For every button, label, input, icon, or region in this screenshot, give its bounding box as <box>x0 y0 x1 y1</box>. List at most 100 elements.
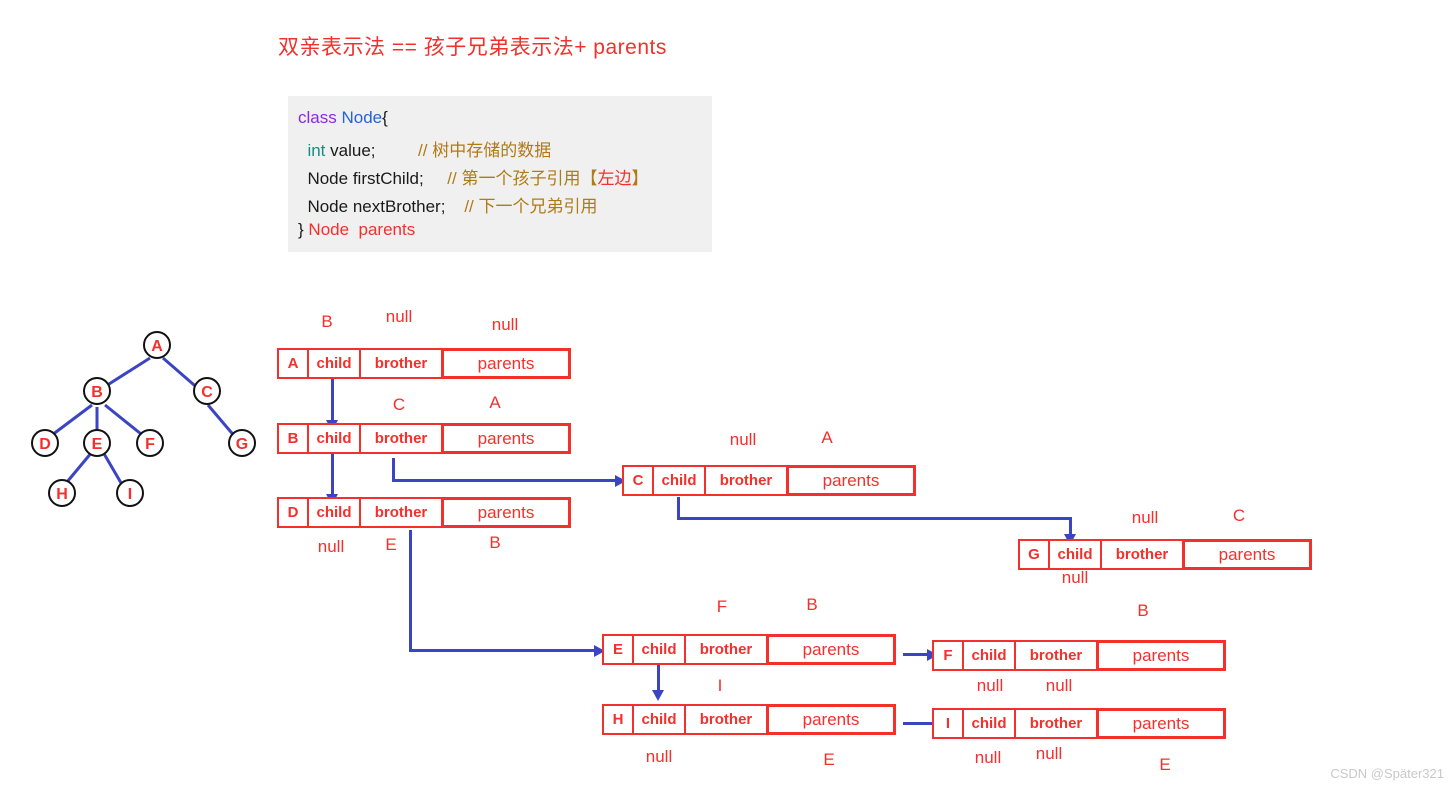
label-g-parents: C <box>1232 506 1246 525</box>
record-f-child: child <box>962 640 1014 671</box>
tree-node-g: G <box>228 429 256 457</box>
record-d-key: D <box>277 497 307 528</box>
record-g-child: child <box>1048 539 1100 570</box>
comment-firstchild: // 第一个孩子引用【 <box>447 169 598 188</box>
label-h-brother: I <box>717 676 723 695</box>
record-e-brother: brother <box>684 634 766 665</box>
label-h-parents: E <box>823 750 835 769</box>
record-g: G child brother parents <box>1018 539 1312 570</box>
record-c-child: child <box>652 465 704 496</box>
code-line-1: class Node{ <box>298 108 388 128</box>
label-d-brother: E <box>385 535 397 554</box>
page-title: 双亲表示法 == 孩子兄弟表示法+ parents <box>278 36 667 59</box>
type-node: Node <box>341 108 383 127</box>
tree-node-d: D <box>31 429 59 457</box>
record-a-parents: parents <box>441 348 571 379</box>
field-parents: parents <box>358 220 416 239</box>
general-tree-diagram: A B C D E F G H I <box>8 322 280 530</box>
label-d-parents: B <box>489 533 501 552</box>
watermark: CSDN @Später321 <box>1330 766 1444 781</box>
record-i: I child brother parents <box>932 708 1226 739</box>
keyword-class: class <box>298 108 337 127</box>
label-a-parents: null <box>491 315 519 334</box>
code-line-2: int value; // 树中存储的数据 <box>298 136 551 161</box>
tree-node-h: H <box>48 479 76 507</box>
label-f-parents: B <box>1137 601 1149 620</box>
record-h: H child brother parents <box>602 704 896 735</box>
record-h-parents: parents <box>766 704 896 735</box>
type-node-parents: Node <box>308 220 350 239</box>
record-c-brother: brother <box>704 465 786 496</box>
comment-firstchild-end: 】 <box>631 169 649 188</box>
record-g-parents: parents <box>1182 539 1312 570</box>
edge-c-child-h <box>677 517 1072 520</box>
record-f-brother: brother <box>1014 640 1096 671</box>
label-c-brother: null <box>729 430 757 449</box>
label-c-parents: A <box>821 428 833 447</box>
brace-close: } <box>298 220 304 239</box>
label-f-brother: null <box>1045 676 1073 695</box>
record-c: C child brother parents <box>622 465 916 496</box>
record-f-key: F <box>932 640 962 671</box>
comment-firstchild-emphasis: 左边 <box>597 169 632 188</box>
record-c-parents: parents <box>786 465 916 496</box>
label-e-brother: F <box>716 597 728 616</box>
record-d-parents: parents <box>441 497 571 528</box>
record-d-brother: brother <box>359 497 441 528</box>
record-f-parents: parents <box>1096 640 1226 671</box>
field-value: value; <box>330 141 376 160</box>
record-a: A child brother parents <box>277 348 571 379</box>
record-h-child: child <box>632 704 684 735</box>
type-int: int <box>307 141 326 160</box>
edge-a-child-to-b <box>331 378 334 426</box>
arrowhead-e-child <box>652 690 664 701</box>
record-e-key: E <box>602 634 632 665</box>
code-line-4: Node nextBrother; // 下一个兄弟引用 <box>298 192 598 217</box>
record-a-key: A <box>277 348 307 379</box>
brace-open: { <box>382 108 388 127</box>
record-b-key: B <box>277 423 307 454</box>
label-f-child: null <box>976 676 1004 695</box>
label-i-child: null <box>974 748 1002 767</box>
label-d-child: null <box>317 537 345 556</box>
code-line-3: Node firstChild; // 第一个孩子引用【左边】 <box>298 164 648 189</box>
record-b-parents: parents <box>441 423 571 454</box>
label-a-child: B <box>321 312 333 331</box>
decl-nextbrother: Node nextBrother; <box>307 197 446 216</box>
record-f: F child brother parents <box>932 640 1226 671</box>
label-b-brother: C <box>392 395 406 414</box>
comment-value: // 树中存储的数据 <box>418 141 552 160</box>
label-b-parents: A <box>489 393 501 412</box>
tree-node-b: B <box>83 377 111 405</box>
record-i-brother: brother <box>1014 708 1096 739</box>
record-e-child: child <box>632 634 684 665</box>
tree-node-i: I <box>116 479 144 507</box>
label-i-parents: E <box>1159 755 1171 774</box>
code-line-5: } Node parents <box>298 220 415 240</box>
record-i-child: child <box>962 708 1014 739</box>
record-b: B child brother parents <box>277 423 571 454</box>
label-h-child: null <box>645 747 673 766</box>
comment-nextbrother: // 下一个兄弟引用 <box>464 197 598 216</box>
record-d: D child brother parents <box>277 497 571 528</box>
tree-node-f: F <box>136 429 164 457</box>
decl-firstchild: Node firstChild; <box>307 169 424 188</box>
record-h-key: H <box>602 704 632 735</box>
record-g-key: G <box>1018 539 1048 570</box>
tree-node-a: A <box>143 331 171 359</box>
record-g-brother: brother <box>1100 539 1182 570</box>
label-a-brother: null <box>385 307 413 326</box>
record-a-brother: brother <box>359 348 441 379</box>
record-a-child: child <box>307 348 359 379</box>
record-c-key: C <box>622 465 652 496</box>
edge-b-brother-h <box>392 479 620 482</box>
record-b-brother: brother <box>359 423 441 454</box>
record-b-child: child <box>307 423 359 454</box>
code-block: class Node{ int value; // 树中存储的数据 Node f… <box>288 96 712 252</box>
record-d-child: child <box>307 497 359 528</box>
record-h-brother: brother <box>684 704 766 735</box>
record-e-parents: parents <box>766 634 896 665</box>
tree-node-e: E <box>83 429 111 457</box>
label-e-parents: B <box>806 595 818 614</box>
record-i-parents: parents <box>1096 708 1226 739</box>
